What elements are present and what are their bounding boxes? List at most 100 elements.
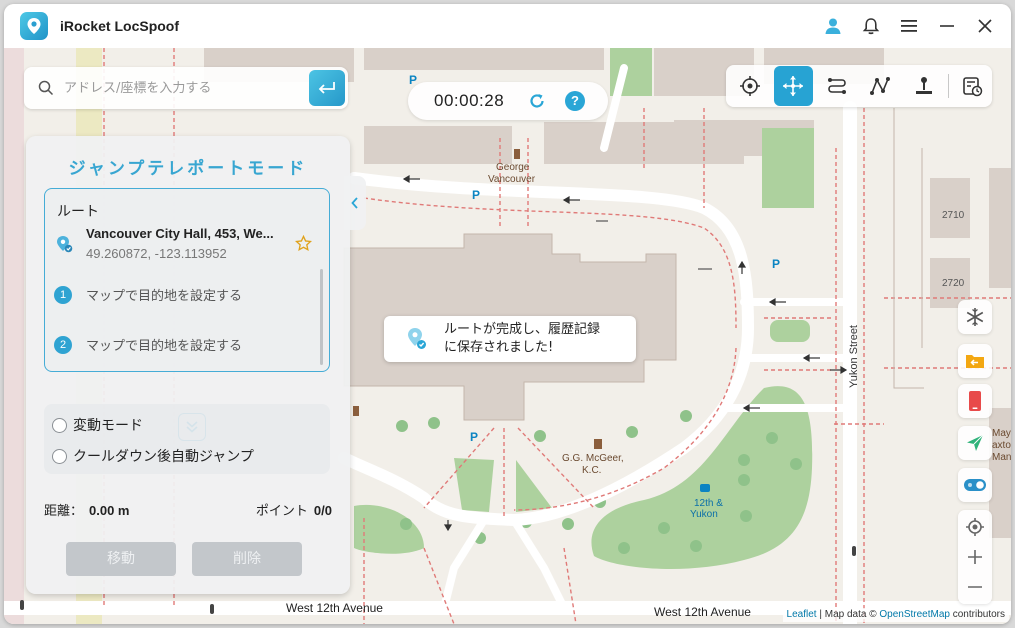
toast-line-2: に保存されました!: [444, 340, 554, 355]
search-go-button[interactable]: [309, 70, 345, 106]
freeze-button[interactable]: [958, 300, 992, 334]
waypoint-label: マップで目的地を設定する: [86, 289, 243, 304]
joystick-mode-button[interactable]: [904, 66, 944, 106]
waypoint-item[interactable]: 1 マップで目的地を設定する: [54, 285, 242, 304]
auto-jump-label: クールダウン後自動ジャンプ: [73, 449, 254, 465]
chevron-left-icon: [351, 197, 358, 209]
history-icon: [963, 77, 983, 97]
cooldown-timer: 00:00:28 ?: [408, 82, 608, 120]
minimize-icon[interactable]: [937, 16, 957, 36]
map-label-axto: axto: [992, 440, 1011, 451]
points-readout: ポイント 0/0: [256, 500, 332, 519]
two-spot-mode-button[interactable]: [817, 66, 857, 106]
waypoint-item[interactable]: 2 マップで目的地を設定する: [54, 335, 242, 354]
menu-icon[interactable]: [899, 16, 919, 36]
start-location-icon: [57, 236, 73, 253]
route-saved-toast: ルートが完成し、履歴記録 に保存されました!: [384, 316, 636, 362]
variable-mode-label: 変動モード: [73, 418, 143, 434]
locate-me-button[interactable]: [958, 512, 992, 542]
svg-text:P: P: [470, 430, 478, 444]
joystick-icon: [915, 77, 932, 94]
title-bar: iRocket LocSpoof: [4, 4, 1011, 48]
timer-value: 00:00:28: [434, 91, 505, 110]
multi-spot-mode-button[interactable]: [861, 66, 901, 106]
attribution-tail: contributors: [949, 609, 1005, 620]
app-window: iRocket LocSpoof P P P P George Vancouve…: [4, 4, 1011, 624]
points-label: ポイント: [255, 504, 308, 519]
auto-jump-radio[interactable]: [52, 448, 67, 464]
panel-title: ジャンプテレポートモード: [68, 159, 308, 179]
phone-icon: [969, 391, 981, 411]
plus-icon: [968, 550, 982, 564]
delete-button[interactable]: 削除: [192, 542, 302, 576]
map-attribution: Leaflet | Map data © OpenStreetMap contr…: [782, 608, 1009, 622]
waypoint-number-badge: 1: [54, 285, 72, 304]
toggle-switch-button[interactable]: [958, 468, 992, 502]
import-gpx-button[interactable]: [958, 344, 992, 378]
move-button[interactable]: 移動: [66, 542, 176, 576]
move-arrows-icon: [783, 76, 804, 96]
user-account-icon[interactable]: [823, 16, 843, 36]
map-label-2720: 2720: [942, 278, 965, 289]
device-button[interactable]: [958, 384, 992, 418]
svg-text:P: P: [772, 257, 780, 271]
collapse-panel-tab[interactable]: [344, 176, 366, 230]
osm-link[interactable]: OpenStreetMap: [879, 609, 950, 620]
map-label-mcgeer-kc: K.C.: [582, 465, 602, 476]
map-label-may: May: [992, 428, 1011, 439]
zoom-out-button[interactable]: [958, 572, 992, 602]
toolbar-divider: [947, 74, 949, 98]
auto-jump-option[interactable]: クールダウン後自動ジャンプ: [52, 446, 254, 466]
return-arrow-icon: [318, 82, 335, 94]
close-icon[interactable]: [975, 16, 995, 36]
teleport-mode-button[interactable]: [730, 66, 770, 106]
search-icon: [38, 80, 54, 96]
route-box: ルート Vancouver City Hall, 453, We... 49.2…: [44, 188, 330, 441]
waypoint-label: マップで目的地を設定する: [86, 339, 243, 354]
map-label-mans: Mans: [992, 452, 1011, 463]
address-search-input[interactable]: [64, 80, 309, 96]
jump-teleport-panel: ジャンプテレポートモード ルート Vancouver City Hall, 45…: [26, 136, 350, 594]
start-location-name: Vancouver City Hall, 453, We...: [86, 226, 274, 241]
mode-toolbar: [726, 65, 992, 107]
map-label-west12-right: West 12th Avenue: [654, 605, 751, 619]
distance-label: 距離：: [44, 504, 84, 519]
snowflake-icon: [966, 308, 984, 326]
zoom-in-button[interactable]: [958, 542, 992, 572]
help-button[interactable]: ?: [565, 91, 585, 111]
variable-mode-option[interactable]: 変動モード: [52, 415, 143, 435]
route-scrollbar[interactable]: [320, 269, 323, 365]
map-label-yukon: Yukon: [690, 509, 718, 520]
minus-icon: [968, 586, 982, 588]
toast-message: ルートが完成し、履歴記録 に保存されました!: [444, 321, 600, 357]
paper-plane-icon: [967, 434, 984, 451]
attribution-separator: | Map data ©: [816, 609, 880, 620]
start-location-coords: 49.260872, -123.113952: [86, 246, 227, 261]
search-bar: [24, 67, 348, 109]
location-check-icon: [408, 328, 426, 349]
map-label-west12-left: West 12th Avenue: [286, 601, 383, 615]
map-label-yukon-street: Yukon Street: [848, 325, 860, 388]
jump-options: 変動モード クールダウン後自動ジャンプ: [44, 404, 330, 474]
points-value: 0/0: [313, 503, 332, 518]
distance-value: 0.00 m: [89, 503, 130, 518]
notification-bell-icon[interactable]: [861, 16, 881, 36]
zoom-controls: [958, 510, 992, 604]
leaflet-link[interactable]: Leaflet: [787, 609, 817, 620]
history-button[interactable]: [952, 66, 992, 106]
crosshair-icon: [739, 76, 760, 96]
favorite-star-icon[interactable]: [295, 235, 312, 252]
distance-readout: 距離： 0.00 m: [44, 500, 130, 519]
jump-teleport-mode-button[interactable]: [773, 66, 813, 106]
map-label-2710: 2710: [942, 210, 965, 221]
toast-line-1: ルートが完成し、履歴記録: [444, 322, 601, 337]
toggle-icon: [964, 479, 986, 491]
map-label-vancouver: Vancouver: [488, 174, 536, 185]
map-label-george: George: [496, 162, 530, 173]
refresh-icon[interactable]: [528, 92, 546, 110]
variable-mode-radio[interactable]: [52, 417, 67, 433]
route-s-icon: [827, 78, 846, 94]
map-label-mcgeer: G.G. McGeer,: [562, 453, 624, 464]
share-location-button[interactable]: [958, 426, 992, 460]
waypoint-number-badge: 2: [54, 335, 72, 354]
